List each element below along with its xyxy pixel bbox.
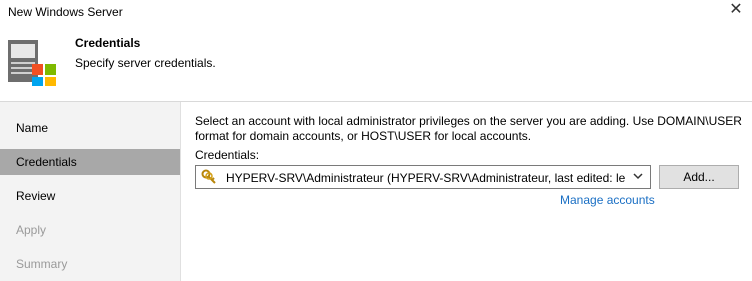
close-icon[interactable]: ✕ <box>728 2 744 18</box>
page-subtitle: Specify server credentials. <box>75 56 216 70</box>
title-bar: New Windows Server ✕ <box>0 0 752 26</box>
windows-server-icon <box>8 40 56 86</box>
window-title: New Windows Server <box>8 5 123 19</box>
chevron-down-icon <box>633 173 643 180</box>
wizard-header: Credentials Specify server credentials. <box>0 26 752 101</box>
credentials-description: Select an account with local administrat… <box>195 114 745 144</box>
sidebar-item-summary: Summary <box>16 257 68 271</box>
sidebar-item-credentials[interactable]: Credentials <box>0 149 180 175</box>
page-title: Credentials <box>75 36 141 50</box>
add-credentials-button[interactable]: Add... <box>659 165 739 189</box>
credentials-selected-value: HYPERV-SRV\Administrateur (HYPERV-SRV\Ad… <box>226 171 626 185</box>
sidebar-item-name[interactable]: Name <box>0 115 180 141</box>
credentials-label: Credentials: <box>195 148 260 162</box>
key-icon <box>201 169 216 184</box>
sidebar-item-review[interactable]: Review <box>0 183 180 209</box>
manage-accounts-link[interactable]: Manage accounts <box>560 193 655 207</box>
description-line-1: Select an account with local administrat… <box>195 114 742 128</box>
wizard-steps-sidebar: Name Credentials Review Apply Summary <box>0 102 181 281</box>
description-line-2: format for domain accounts, or HOST\USER… <box>195 129 532 143</box>
sidebar-item-apply: Apply <box>16 223 47 237</box>
credentials-dropdown[interactable]: HYPERV-SRV\Administrateur (HYPERV-SRV\Ad… <box>195 165 651 189</box>
